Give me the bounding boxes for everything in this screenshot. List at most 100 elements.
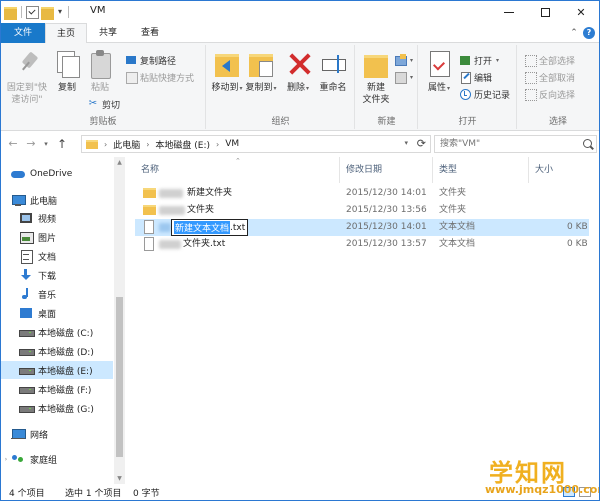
- breadcrumb-separator-icon[interactable]: ›: [102, 140, 109, 149]
- item-count: 4 个项目: [9, 489, 45, 499]
- tab-home[interactable]: 主页: [45, 23, 87, 44]
- open-icon: [459, 54, 471, 66]
- file-row-selected[interactable]: 新建文本文档 .txt 2015/12/30 14:01 文本文档 0 KB: [135, 219, 589, 236]
- nav-item-downloads[interactable]: 下载: [1, 266, 113, 284]
- file-name: 新建文件夹: [187, 188, 233, 198]
- computer-icon: [11, 194, 26, 206]
- new-folder-button[interactable]: 新建 文件夹: [360, 49, 392, 106]
- rename-selected-text: 新建文本文档: [174, 221, 231, 234]
- nav-item-pictures[interactable]: 图片: [1, 228, 113, 246]
- search-box[interactable]: [434, 135, 597, 153]
- select-none-button[interactable]: 全部取消: [524, 70, 575, 84]
- column-header-size[interactable]: 大小: [529, 157, 587, 183]
- details-view-icon[interactable]: [563, 487, 575, 497]
- video-icon: [19, 212, 33, 224]
- nav-item-onedrive[interactable]: OneDrive: [1, 165, 113, 183]
- nav-item-drive-c[interactable]: 本地磁盘 (C:): [1, 323, 113, 341]
- history-button[interactable]: 历史记录: [459, 87, 510, 101]
- paste-shortcut-label: 粘贴快捷方式: [140, 73, 195, 84]
- qat-dropdown-icon[interactable]: ▾: [56, 7, 64, 17]
- breadcrumb-separator-icon[interactable]: ›: [214, 140, 221, 149]
- redacted-text: [159, 189, 183, 198]
- search-input[interactable]: [435, 136, 575, 152]
- breadcrumb-this-pc[interactable]: 此电脑: [109, 138, 144, 151]
- copy-button[interactable]: 复制: [53, 49, 81, 94]
- file-row[interactable]: 文件夹 2015/12/30 13:56 文件夹: [135, 202, 589, 219]
- pin-quick-access-button[interactable]: 固定到"快 速访问": [5, 49, 49, 106]
- rename-button[interactable]: 重命名: [315, 49, 351, 94]
- forward-arrow-icon[interactable]: →: [24, 136, 38, 152]
- clipboard-group-label: 剪贴板: [89, 117, 117, 127]
- edit-button[interactable]: 编辑: [459, 70, 492, 84]
- paste-shortcut-button[interactable]: 粘贴快捷方式: [125, 70, 194, 84]
- move-to-button[interactable]: 移动到▾: [211, 49, 243, 95]
- nav-item-this-pc[interactable]: 此电脑: [1, 191, 113, 209]
- ribbon-collapse-icon[interactable]: ⌃: [567, 26, 581, 40]
- folder-icon[interactable]: [4, 6, 17, 20]
- new-folder-qat-icon[interactable]: [41, 6, 54, 20]
- folder-icon: [143, 205, 156, 215]
- cut-button[interactable]: ✂ 剪切: [87, 97, 120, 111]
- expand-chevron-icon[interactable]: ›: [1, 456, 11, 463]
- breadcrumb-drive-e[interactable]: 本地磁盘 (E:): [151, 138, 214, 151]
- copy-path-button[interactable]: 复制路径: [125, 53, 176, 67]
- nav-item-desktop[interactable]: 桌面: [1, 304, 113, 322]
- nav-item-videos[interactable]: 视频: [1, 209, 113, 227]
- file-type: 文件夹: [439, 205, 467, 215]
- minimize-button[interactable]: [491, 1, 527, 23]
- back-arrow-icon[interactable]: ←: [6, 136, 20, 152]
- nav-item-drive-g[interactable]: 本地磁盘 (G:): [1, 399, 113, 417]
- rename-input[interactable]: 新建文本文档 .txt: [171, 219, 249, 236]
- nav-item-drive-e[interactable]: 本地磁盘 (E:): [1, 361, 113, 379]
- easy-access-button[interactable]: ▾: [394, 70, 413, 84]
- invert-selection-button[interactable]: 反向选择: [524, 87, 575, 101]
- nav-item-documents[interactable]: 文档: [1, 247, 113, 265]
- scrollbar-thumb[interactable]: [116, 297, 123, 457]
- column-header-name[interactable]: 名称: [135, 157, 340, 183]
- delete-button[interactable]: 删除▾: [285, 49, 311, 95]
- address-dropdown-icon[interactable]: ▾: [404, 139, 408, 147]
- copy-to-button[interactable]: 复制到▾: [245, 49, 277, 95]
- redacted-text: [159, 240, 181, 249]
- select-all-button[interactable]: 全部选择: [524, 53, 575, 67]
- nav-item-drive-f[interactable]: 本地磁盘 (F:): [1, 380, 113, 398]
- select-all-label: 全部选择: [539, 56, 576, 67]
- breadcrumb-vm[interactable]: VM: [221, 139, 243, 149]
- paste-button[interactable]: 粘贴: [86, 49, 114, 94]
- up-arrow-icon[interactable]: ↑: [55, 136, 69, 152]
- address-bar[interactable]: › 此电脑 › 本地磁盘 (E:) › VM ▾ ⟳: [81, 135, 431, 153]
- scroll-up-icon[interactable]: ▲: [114, 157, 125, 168]
- file-row[interactable]: 新建文件夹 2015/12/30 14:01 文件夹: [135, 185, 589, 202]
- nav-scrollbar[interactable]: ▲ ▼: [114, 157, 125, 484]
- refresh-icon[interactable]: ⟳: [417, 137, 426, 150]
- tab-view[interactable]: 查看: [131, 23, 169, 43]
- column-header-modified[interactable]: 修改日期: [340, 157, 433, 183]
- new-item-button[interactable]: ▾: [394, 53, 413, 67]
- nav-item-network[interactable]: 网络: [1, 425, 113, 443]
- file-type: 文本文档: [439, 222, 476, 232]
- file-type: 文本文档: [439, 239, 476, 249]
- new-item-icon: [394, 54, 407, 66]
- copy-label: 复制: [57, 83, 76, 93]
- maximize-button[interactable]: [527, 1, 563, 23]
- close-button[interactable]: ✕: [563, 1, 599, 23]
- open-button[interactable]: 打开 ▾: [459, 53, 499, 67]
- open-group: 属性▾ 打开 ▾ 编辑 历史记录 打开: [419, 45, 517, 129]
- column-header-type[interactable]: 类型: [433, 157, 529, 183]
- navigation-pane: OneDrive 此电脑 视频 图片 文档 下载 音乐 桌面 本地磁盘 (C:)…: [1, 157, 126, 484]
- properties-button[interactable]: 属性▾: [423, 49, 455, 95]
- properties-check-icon[interactable]: [26, 5, 39, 19]
- nav-item-homegroup[interactable]: › 家庭组: [1, 450, 113, 468]
- tab-share[interactable]: 共享: [89, 23, 127, 43]
- file-row[interactable]: 文件夹.txt 2015/12/30 13:57 文本文档 0 KB: [135, 236, 589, 253]
- large-icons-view-icon[interactable]: [579, 487, 591, 497]
- tab-file[interactable]: 文件: [1, 23, 45, 43]
- scroll-down-icon[interactable]: ▼: [114, 473, 125, 484]
- close-icon: ✕: [576, 5, 586, 19]
- help-button[interactable]: ?: [583, 27, 595, 39]
- breadcrumb-separator-icon[interactable]: ›: [144, 140, 151, 149]
- text-file-icon: [144, 237, 154, 251]
- recent-locations-chevron-icon[interactable]: ▾: [41, 136, 51, 152]
- nav-item-drive-d[interactable]: 本地磁盘 (D:): [1, 342, 113, 360]
- nav-item-music[interactable]: 音乐: [1, 285, 113, 303]
